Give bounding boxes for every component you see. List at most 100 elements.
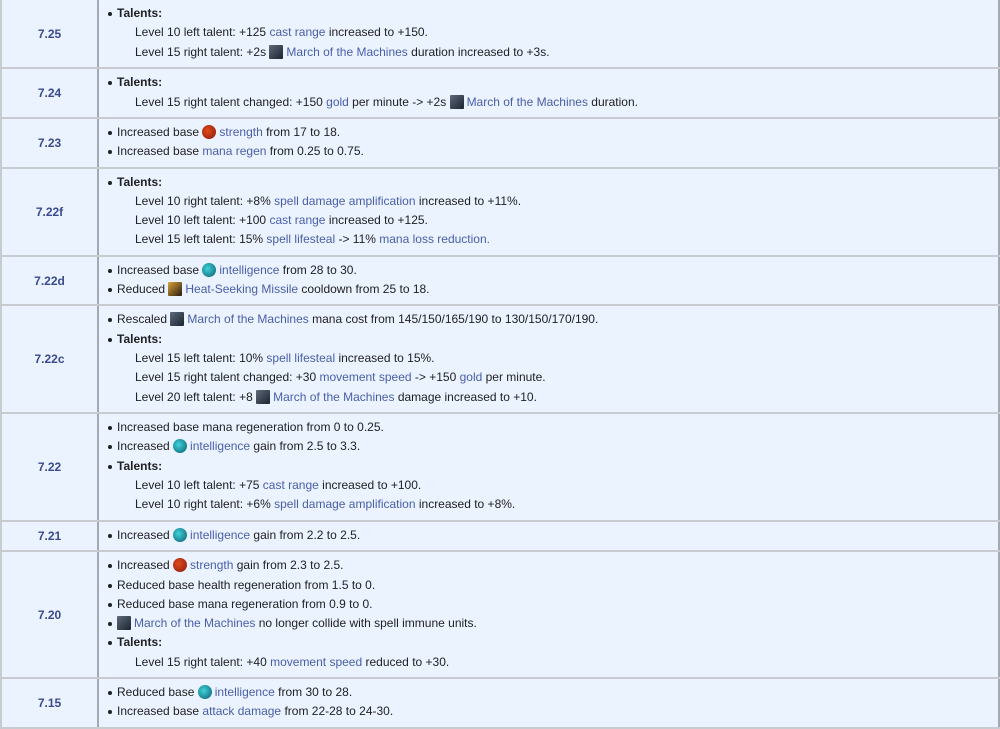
wiki-link[interactable]: mana regen bbox=[202, 144, 266, 158]
version-cell: 7.15 bbox=[0, 677, 99, 729]
wiki-link[interactable]: March of the Machines bbox=[467, 95, 588, 109]
intelligence-icon[interactable] bbox=[173, 439, 188, 454]
notes-cell: Talents: Level 15 right talent changed: +… bbox=[97, 67, 1000, 119]
wiki-link[interactable]: March of the Machines bbox=[286, 45, 407, 59]
change-list: Increased base intelligence from 28 to 3… bbox=[103, 261, 998, 300]
talents-label: Talents: bbox=[117, 635, 163, 650]
talents-label: Talents: bbox=[117, 458, 163, 473]
change-text: Increased base bbox=[117, 125, 203, 139]
wiki-link[interactable]: movement speed bbox=[319, 370, 411, 384]
change-text: Increased bbox=[117, 558, 174, 573]
wiki-link[interactable]: March of the Machines bbox=[187, 312, 308, 326]
change-text: from 17 to 18. bbox=[262, 125, 341, 139]
change-text: Level 10 left talent: +100 bbox=[135, 213, 270, 228]
march-of-the-machines-icon[interactable] bbox=[449, 94, 464, 109]
talent-change: Level 15 right talent changed: +150 gold… bbox=[117, 93, 998, 112]
intelligence-icon[interactable] bbox=[173, 527, 188, 542]
change-item: Increased intelligence gain from 2.2 to … bbox=[108, 526, 998, 545]
change-text: gain from 2.5 to 3.3. bbox=[250, 439, 361, 454]
change-text: Increased bbox=[117, 527, 174, 542]
wiki-link[interactable]: cast range bbox=[269, 213, 325, 227]
march-of-the-machines-icon[interactable] bbox=[117, 616, 131, 631]
talent-change: Level 10 right talent: +8% spell damage … bbox=[117, 192, 998, 211]
change-text: Increased bbox=[117, 439, 174, 454]
notes-cell: Talents: Level 10 right talent: +8% spell… bbox=[97, 166, 1000, 257]
talents-label: Talents: bbox=[117, 75, 163, 90]
wiki-link[interactable]: intelligence bbox=[190, 439, 250, 453]
version-link[interactable]: 7.25 bbox=[38, 27, 61, 41]
change-text: Level 15 left talent: 10% bbox=[135, 350, 267, 365]
notes-cell: Talents: Level 10 left talent: +125 cast … bbox=[97, 0, 1000, 69]
version-link[interactable]: 7.21 bbox=[38, 529, 61, 543]
changelog-table: 7.25 Talents: Level 10 left talent: +125 c… bbox=[0, 0, 1000, 729]
wiki-link[interactable]: March of the Machines bbox=[273, 390, 394, 404]
change-text: from 0.25 to 0.75. bbox=[266, 144, 364, 159]
wiki-link[interactable]: attack damage bbox=[202, 704, 281, 718]
change-text: cooldown from 25 to 18. bbox=[298, 282, 430, 297]
change-list: Talents: Level 10 left talent: +125 cast … bbox=[103, 4, 998, 62]
change-list: Rescaled March of the Machines mana cost… bbox=[103, 310, 998, 406]
change-list: Talents: Level 15 right talent changed: +… bbox=[103, 73, 998, 112]
wiki-link[interactable]: cast range bbox=[269, 25, 325, 39]
wiki-link[interactable]: Heat-Seeking Missile bbox=[185, 282, 298, 296]
wiki-link[interactable]: strength bbox=[219, 125, 262, 139]
version-link[interactable]: 7.22f bbox=[36, 205, 63, 219]
version-link[interactable]: 7.23 bbox=[38, 136, 61, 150]
wiki-link[interactable]: gold bbox=[326, 95, 349, 109]
change-text: duration increased to +3s. bbox=[407, 44, 550, 59]
wiki-link[interactable]: intelligence bbox=[219, 263, 279, 277]
change-text: from 28 to 30. bbox=[279, 262, 357, 277]
version-cell: 7.22c bbox=[0, 304, 99, 414]
talents-header: Talents: bbox=[108, 173, 998, 192]
wiki-link[interactable]: cast range bbox=[263, 478, 319, 492]
strength-icon[interactable] bbox=[173, 558, 188, 573]
march-of-the-machines-icon[interactable] bbox=[269, 44, 284, 59]
intelligence-icon[interactable] bbox=[202, 262, 217, 277]
version-link[interactable]: 7.22 bbox=[38, 460, 61, 474]
intelligence-icon[interactable] bbox=[197, 685, 212, 700]
talents-header: Talents: bbox=[108, 457, 998, 476]
changelog-row: 7.23 Increased base strength from 17 to 1… bbox=[0, 117, 1000, 169]
talents-header: Talents: bbox=[108, 73, 998, 92]
change-text: increased to +11%. bbox=[415, 193, 522, 208]
wiki-link[interactable]: spell lifesteal bbox=[266, 232, 335, 246]
version-cell: 7.23 bbox=[0, 117, 99, 169]
version-link[interactable]: 7.24 bbox=[38, 86, 61, 100]
change-text: per minute. bbox=[482, 370, 546, 385]
change-list: Talents: Level 10 right talent: +8% spell… bbox=[103, 173, 998, 250]
wiki-link[interactable]: spell lifesteal bbox=[266, 351, 335, 365]
change-text: Level 10 left talent: +125 bbox=[135, 25, 270, 40]
march-of-the-machines-icon[interactable] bbox=[256, 389, 271, 404]
talents-header: Talents: bbox=[108, 330, 998, 349]
change-item: Rescaled March of the Machines mana cost… bbox=[108, 310, 998, 329]
wiki-link[interactable]: spell damage amplification bbox=[274, 194, 415, 208]
talent-change: Level 20 left talent: +8 March of the Ma… bbox=[117, 388, 998, 407]
wiki-link[interactable]: mana loss reduction. bbox=[379, 232, 490, 246]
change-list: Increased intelligence gain from 2.2 to … bbox=[103, 526, 998, 545]
talent-change: Level 10 right talent: +6% spell damage … bbox=[117, 495, 998, 514]
changelog-row: 7.22c Rescaled March of the Machines mana… bbox=[0, 304, 1000, 414]
version-cell: 7.25 bbox=[0, 0, 99, 69]
wiki-link[interactable]: strength bbox=[190, 558, 233, 572]
wiki-link[interactable]: gold bbox=[460, 370, 483, 384]
version-link[interactable]: 7.22d bbox=[34, 274, 65, 288]
change-item: Increased base intelligence from 28 to 3… bbox=[108, 261, 998, 280]
change-item: Reduced base intelligence from 30 to 28. bbox=[108, 683, 998, 702]
version-link[interactable]: 7.22c bbox=[34, 352, 64, 366]
change-list: Increased strength gain from 2.3 to 2.5.… bbox=[103, 556, 998, 672]
change-text: from 30 to 28. bbox=[274, 685, 353, 700]
strength-icon[interactable] bbox=[202, 125, 217, 139]
version-cell: 7.20 bbox=[0, 550, 99, 680]
wiki-link[interactable]: movement speed bbox=[270, 655, 362, 669]
version-link[interactable]: 7.15 bbox=[38, 696, 61, 710]
wiki-link[interactable]: spell damage amplification bbox=[274, 497, 415, 511]
heat-seeking-missile-icon[interactable] bbox=[168, 282, 183, 297]
talent-change: Level 10 left talent: +75 cast range inc… bbox=[117, 476, 998, 495]
change-item: Increased base strength from 17 to 18. bbox=[108, 123, 998, 142]
version-link[interactable]: 7.20 bbox=[38, 608, 61, 622]
march-of-the-machines-icon[interactable] bbox=[170, 312, 185, 327]
wiki-link[interactable]: March of the Machines bbox=[134, 616, 255, 630]
change-text: Reduced base health regeneration from 1.… bbox=[117, 577, 376, 592]
wiki-link[interactable]: intelligence bbox=[190, 528, 250, 542]
wiki-link[interactable]: intelligence bbox=[215, 685, 275, 699]
